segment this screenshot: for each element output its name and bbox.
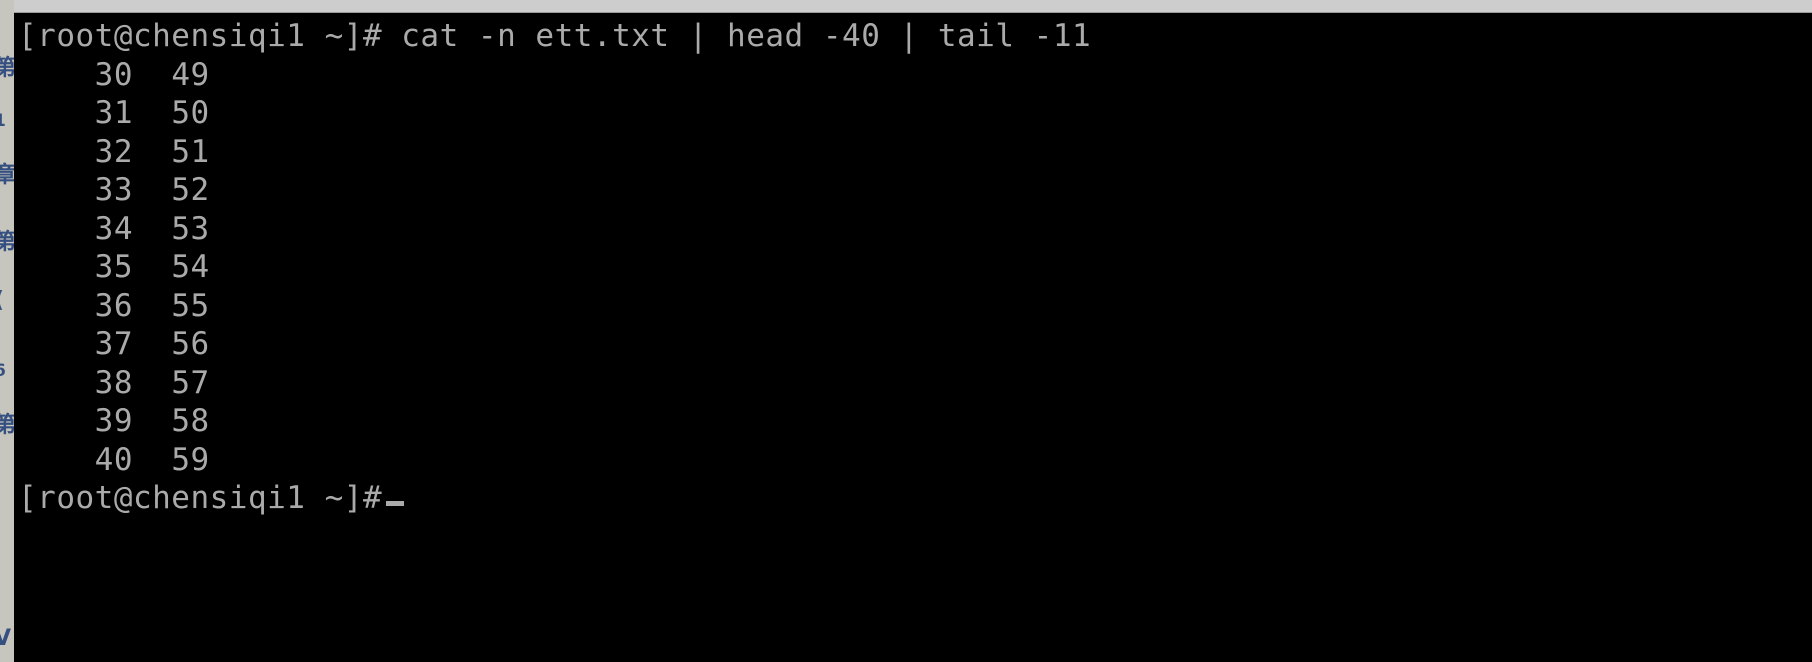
terminal-window[interactable]: [root@chensiqi1 ~]# cat -n ett.txt | hea…: [14, 13, 1812, 662]
terminal-output-line: 30 49: [18, 56, 210, 93]
background-text-fragment: V: [0, 626, 12, 651]
background-text-fragment: 6: [0, 360, 6, 382]
background-text-fragment: 1: [0, 110, 6, 132]
terminal-output-line: 39 58: [18, 403, 210, 439]
terminal-screen[interactable]: [root@chensiqi1 ~]# cat -n ett.txt | hea…: [14, 13, 1812, 518]
background-text-fragment: (: [0, 290, 4, 312]
terminal-output-line: 38 57: [18, 364, 210, 401]
terminal-output-line: 37 56: [18, 326, 210, 362]
terminal-output-line: 33 52: [18, 172, 210, 208]
terminal-output-line: 36 55: [18, 287, 210, 324]
terminal-output-line: 35 54: [18, 249, 210, 285]
terminal-command-line: [root@chensiqi1 ~]# cat -n ett.txt | hea…: [18, 18, 1092, 54]
terminal-output-line: 34 53: [18, 210, 210, 247]
terminal-cursor: [386, 501, 405, 506]
terminal-output-line: 32 51: [18, 133, 210, 170]
terminal-prompt-line: [root@chensiqi1 ~]#: [18, 479, 1812, 518]
terminal-prompt: [root@chensiqi1 ~]#: [18, 480, 383, 516]
window-title-strip[interactable]: [14, 0, 1812, 13]
terminal-output-line: 31 50: [18, 95, 210, 131]
terminal-output-line: 40 59: [18, 441, 210, 478]
